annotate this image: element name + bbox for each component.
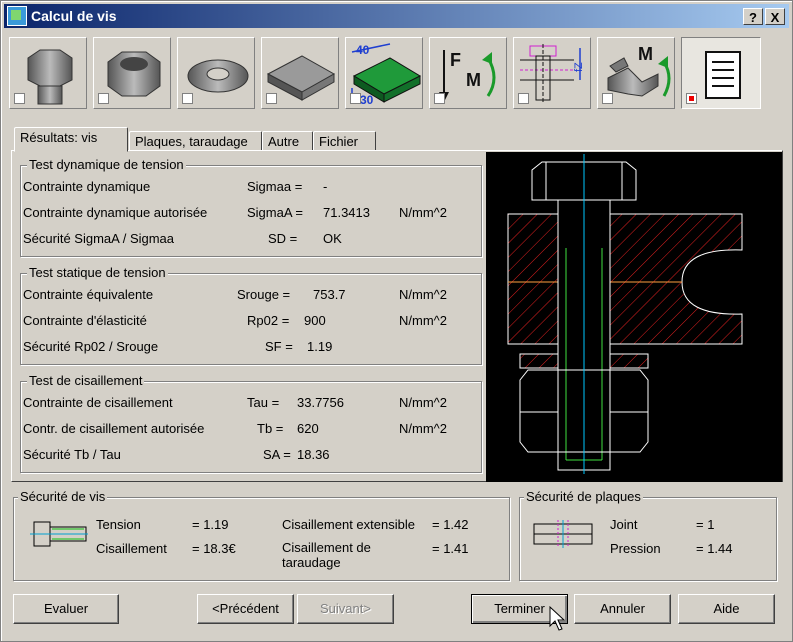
row-label: Contr. de cisaillement autorisée — [23, 421, 205, 436]
tab-results-screw[interactable]: Résultats: vis — [14, 127, 128, 152]
tool-tightening-checkbox[interactable] — [602, 93, 613, 104]
row-value: 18.36 — [297, 447, 330, 462]
thread-shear-value: = 1.41 — [432, 541, 469, 556]
tool-assembly-checkbox[interactable] — [518, 93, 529, 104]
row-value: 753.7 — [313, 287, 346, 302]
previous-button[interactable]: <Précédent — [197, 594, 294, 624]
tool-washer-checkbox[interactable] — [182, 93, 193, 104]
row-symbol: SA = — [263, 447, 291, 462]
tool-results[interactable] — [681, 37, 761, 109]
dim-bottom-label: 30 — [360, 93, 374, 107]
static-tension-title: Test statique de tension — [27, 265, 168, 280]
joint-label: Joint — [610, 517, 638, 532]
pressure-value: = 1.44 — [696, 541, 733, 556]
tab-file[interactable]: Fichier — [313, 131, 376, 151]
cancel-button[interactable]: Annuler — [574, 594, 671, 624]
row-unit: N/mm^2 — [399, 205, 447, 220]
tool-assembly[interactable]: fZ — [513, 37, 591, 109]
force-f-label: F — [450, 50, 461, 70]
row-symbol: Tau = — [247, 395, 280, 410]
shear-value: = 18.3€ — [192, 541, 236, 556]
plates-icon — [533, 520, 593, 548]
force-m-label: M — [466, 70, 481, 90]
tool-nut[interactable] — [93, 37, 171, 109]
row-label: Sécurité SigmaA / Sigmaa — [23, 231, 175, 246]
tool-tightening[interactable]: M — [597, 37, 675, 109]
fz-label: fZ — [573, 62, 585, 72]
tool-nut-checkbox[interactable] — [98, 93, 109, 104]
row-unit: N/mm^2 — [399, 421, 447, 436]
shear-test-group: Test de cisaillement Contrainte de cisai… — [20, 374, 482, 473]
row-symbol: SD = — [268, 231, 298, 246]
row-value: OK — [323, 231, 342, 246]
help-button[interactable]: Aide — [678, 594, 775, 624]
row-value: 33.7756 — [297, 395, 344, 410]
row-symbol: Rp02 = — [247, 313, 290, 328]
row-symbol: Sigmaa = — [247, 179, 303, 194]
tool-plate-checkbox[interactable] — [266, 93, 277, 104]
screw-safety-title: Sécurité de vis — [18, 489, 108, 504]
app-icon — [7, 6, 27, 26]
wrench-m-label: M — [638, 44, 653, 64]
row-value: 620 — [297, 421, 319, 436]
tab-plates-threading[interactable]: Plaques, taraudage — [129, 131, 262, 151]
dynamic-tension-group: Test dynamique de tension Contrainte dyn… — [20, 158, 482, 257]
tool-results-checkbox[interactable] — [686, 93, 697, 104]
dim-top-label: 40 — [356, 43, 370, 57]
screw-safety-group: Sécurité de vis Tension = 1.19 Cisaillem… — [13, 490, 510, 581]
thread-shear-label: Cisaillement de taraudage — [282, 540, 371, 570]
tab-other[interactable]: Autre — [262, 131, 313, 151]
row-symbol: Tb = — [257, 421, 284, 436]
tool-plate[interactable] — [261, 37, 339, 109]
row-label: Contrainte de cisaillement — [23, 395, 173, 410]
tool-washer[interactable] — [177, 37, 255, 109]
row-label: Contrainte équivalente — [23, 287, 154, 302]
shear-label: Cisaillement — [96, 541, 167, 556]
row-symbol: Srouge = — [237, 287, 291, 302]
bolt-section-drawing — [507, 154, 743, 474]
tool-screw-checkbox[interactable] — [14, 93, 25, 104]
row-label: Contrainte dynamique — [23, 179, 151, 194]
row-label: Sécurité Tb / Tau — [23, 447, 121, 462]
tool-plate-dimensions[interactable]: 40 30 — [345, 37, 423, 109]
component-toolbar: 40 30 F M fZ M — [9, 32, 784, 112]
ext-shear-value: = 1.42 — [432, 517, 469, 532]
help-title-button[interactable]: ? — [743, 8, 763, 25]
row-unit: N/mm^2 — [399, 313, 447, 328]
shear-test-title: Test de cisaillement — [27, 373, 145, 388]
row-unit: N/mm^2 — [399, 395, 447, 410]
static-tension-group: Test statique de tension Contrainte équi… — [20, 266, 482, 365]
row-symbol: SF = — [265, 339, 293, 354]
pressure-label: Pression — [610, 541, 661, 556]
tool-plate-dimensions-checkbox[interactable] — [350, 93, 361, 104]
screw-side-icon — [30, 521, 88, 547]
plate-safety-group: Sécurité de plaques Joint = 1 Pression =… — [519, 490, 777, 581]
joint-value: = 1 — [696, 517, 715, 532]
evaluate-button[interactable]: Evaluer — [13, 594, 119, 624]
next-button[interactable]: Suivant> — [297, 594, 394, 624]
bolt-joint-drawing — [486, 152, 782, 482]
dialog-window: Calcul de vis ? X 40 30 F M fZ M Résulta… — [0, 0, 793, 642]
tool-screw[interactable] — [9, 37, 87, 109]
row-symbol: SigmaA = — [247, 205, 304, 220]
plate-safety-title: Sécurité de plaques — [524, 489, 643, 504]
tool-force-moment[interactable]: F M — [429, 37, 507, 109]
row-value: - — [323, 179, 328, 194]
window-title: Calcul de vis — [31, 8, 117, 24]
tool-force-moment-checkbox[interactable] — [434, 93, 445, 104]
ext-shear-label: Cisaillement extensible — [282, 517, 415, 532]
tension-label: Tension — [96, 517, 141, 532]
row-label: Contrainte dynamique autorisée — [23, 205, 208, 220]
close-title-button[interactable]: X — [765, 8, 785, 25]
row-label: Contrainte d'élasticité — [23, 313, 147, 328]
row-label: Sécurité Rp02 / Srouge — [23, 339, 159, 354]
row-unit: N/mm^2 — [399, 287, 447, 302]
row-value: 1.19 — [307, 339, 333, 354]
row-value: 71.3413 — [323, 205, 370, 220]
mouse-cursor-icon — [549, 606, 565, 631]
dynamic-tension-title: Test dynamique de tension — [27, 157, 186, 172]
title-bar[interactable]: Calcul de vis ? X — [4, 4, 789, 28]
tension-value: = 1.19 — [192, 517, 229, 532]
row-value: 900 — [304, 313, 326, 328]
